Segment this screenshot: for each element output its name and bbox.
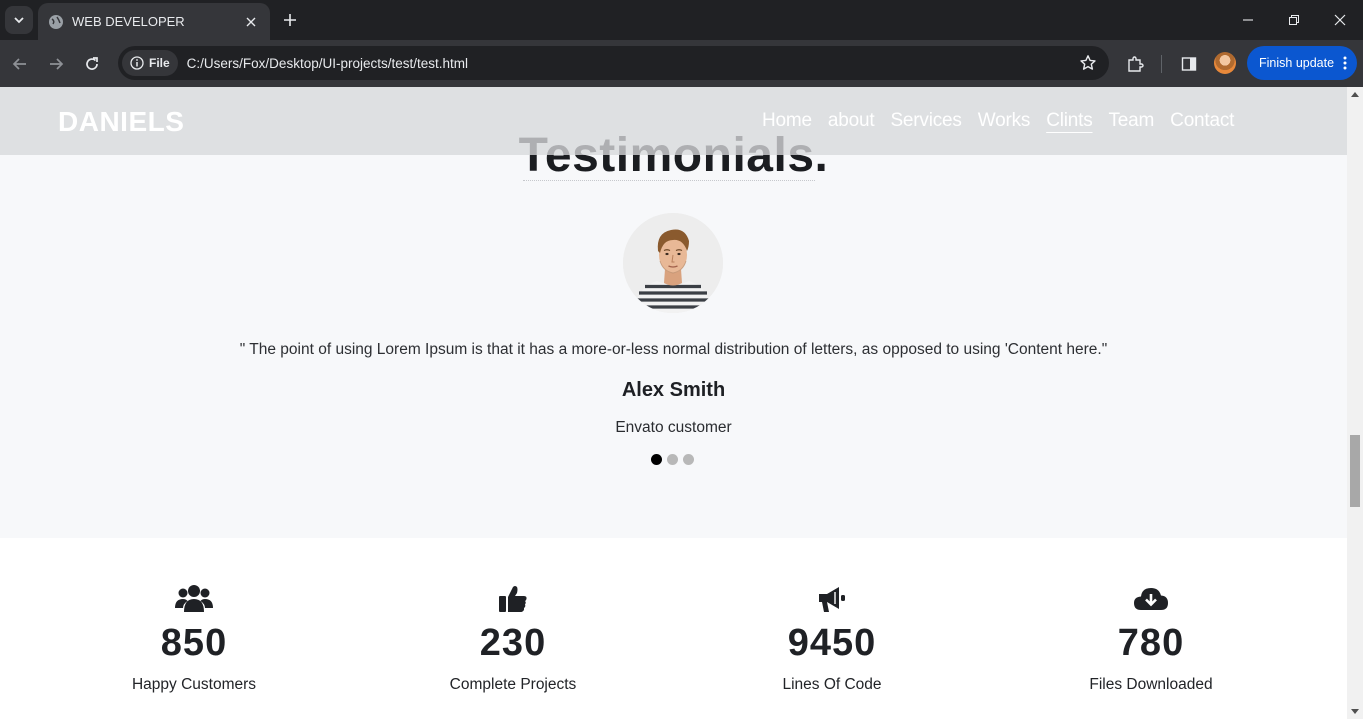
arrow-left-icon xyxy=(12,58,26,70)
testimonial-quote: " The point of using Lorem Ipsum is that… xyxy=(239,341,1108,358)
new-tab-button[interactable] xyxy=(278,8,302,32)
stat-label: Complete Projects xyxy=(449,676,577,693)
users-icon xyxy=(175,585,213,612)
client-portrait xyxy=(623,213,723,313)
stat-number: 9450 xyxy=(787,622,877,664)
back-button[interactable] xyxy=(7,51,33,77)
nav-link-about[interactable]: about xyxy=(828,110,875,132)
stat-number: 850 xyxy=(160,622,228,664)
globe-icon xyxy=(49,14,63,29)
stat-number: 230 xyxy=(479,622,547,664)
browser-tab[interactable]: WEB DEVELOPER xyxy=(38,3,270,40)
arrow-right-icon xyxy=(50,58,64,70)
reload-button[interactable] xyxy=(79,51,105,77)
site-header: DANIELS Home about Services Works Clints… xyxy=(0,87,1347,155)
reload-icon xyxy=(86,57,98,70)
finish-update-button[interactable]: Finish update xyxy=(1247,46,1357,80)
finish-update-label: Finish update xyxy=(1259,56,1335,70)
carousel-dot-2[interactable] xyxy=(667,454,678,465)
nav-link-works[interactable]: Works xyxy=(978,110,1031,132)
stat-label: Lines Of Code xyxy=(782,676,882,693)
tab-title: WEB DEVELOPER xyxy=(72,14,185,29)
client-role: Envato customer xyxy=(615,419,732,436)
star-icon xyxy=(1080,55,1096,70)
restore-button[interactable] xyxy=(1271,0,1317,40)
minimize-icon xyxy=(1243,19,1253,21)
close-icon xyxy=(246,17,256,26)
page-viewport: Testimonials. " The point of using Lorem… xyxy=(0,87,1347,719)
side-panel-icon xyxy=(1181,57,1197,71)
client-photo xyxy=(623,213,723,313)
profile-avatar[interactable] xyxy=(1214,52,1236,74)
nav-link-clints[interactable]: Clints xyxy=(1046,110,1093,132)
more-vert-icon xyxy=(1343,56,1347,70)
nav-link-contact[interactable]: Contact xyxy=(1170,110,1234,132)
close-icon xyxy=(1334,14,1346,26)
browser-tab-strip: WEB DEVELOPER xyxy=(0,0,1363,40)
nav-link-home[interactable]: Home xyxy=(762,110,812,132)
carousel-dot-3[interactable] xyxy=(683,454,694,465)
address-bar[interactable]: File C:/Users/Fox/Desktop/UI-projects/te… xyxy=(118,46,1109,80)
plus-icon xyxy=(284,14,296,26)
stats-section: 850 Happy Customers 230 Complete Project… xyxy=(0,538,1347,719)
window-controls xyxy=(1225,0,1363,40)
restore-icon xyxy=(1289,15,1299,25)
browser-toolbar: File C:/Users/Fox/Desktop/UI-projects/te… xyxy=(0,40,1363,87)
stat-label: Happy Customers xyxy=(131,676,257,693)
tab-search-button[interactable] xyxy=(5,6,33,34)
stat-label: Files Downloaded xyxy=(1089,676,1213,693)
scrollbar-thumb[interactable] xyxy=(1350,435,1360,507)
chevron-down-icon xyxy=(14,17,24,24)
info-icon xyxy=(130,56,144,70)
stat-number: 780 xyxy=(1117,622,1185,664)
scroll-down-arrow-icon[interactable] xyxy=(1351,709,1359,715)
puzzle-icon xyxy=(1128,56,1144,72)
bookmark-button[interactable] xyxy=(1073,48,1103,78)
forward-button[interactable] xyxy=(43,51,69,77)
carousel-dot-1[interactable] xyxy=(651,454,662,465)
carousel-dots xyxy=(651,454,694,465)
title-underline xyxy=(523,180,815,181)
page-scrollbar[interactable] xyxy=(1347,87,1363,719)
side-panel-button[interactable] xyxy=(1176,51,1202,77)
scroll-up-arrow-icon[interactable] xyxy=(1351,91,1359,97)
tab-close-button[interactable] xyxy=(242,13,260,31)
nav-link-team[interactable]: Team xyxy=(1109,110,1155,132)
main-nav: Home about Services Works Clints Team Co… xyxy=(762,110,1250,132)
bullhorn-icon xyxy=(819,587,845,612)
cloud-download-icon xyxy=(1134,588,1168,610)
nav-link-services[interactable]: Services xyxy=(890,110,961,132)
toolbar-separator xyxy=(1161,55,1162,73)
extensions-button[interactable] xyxy=(1122,51,1148,77)
url-text: C:/Users/Fox/Desktop/UI-projects/test/te… xyxy=(186,55,468,71)
close-window-button[interactable] xyxy=(1317,0,1363,40)
minimize-button[interactable] xyxy=(1225,0,1271,40)
thumbs-up-icon xyxy=(499,586,527,612)
site-info-chip[interactable]: File xyxy=(122,50,178,76)
site-chip-label: File xyxy=(149,56,170,70)
client-name: Alex Smith xyxy=(621,379,726,401)
site-logo[interactable]: DANIELS xyxy=(58,106,184,138)
